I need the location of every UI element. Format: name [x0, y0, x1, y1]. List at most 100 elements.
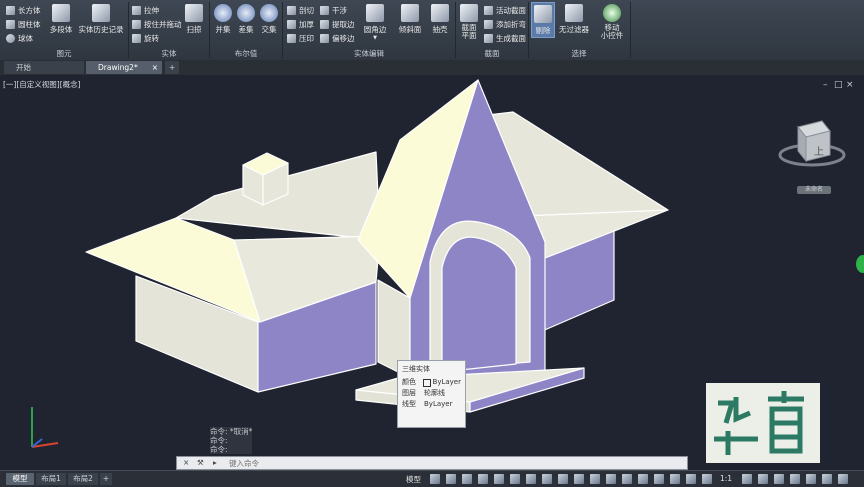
extract-edges-button[interactable]: 提取边 [320, 19, 355, 30]
interfere-button[interactable]: 干涉 [320, 5, 347, 16]
layout-tab-layout2[interactable]: 布局2 [68, 473, 98, 485]
polysolid-icon [52, 4, 70, 22]
imprint-button[interactable]: 压印 [287, 33, 314, 44]
revolve-button[interactable]: 旋转 [132, 33, 159, 44]
generate-section-icon [484, 34, 493, 43]
command-prompt-icon[interactable]: ▸ [213, 457, 217, 469]
layout-tab-model[interactable]: 模型 [6, 473, 34, 485]
polysolid-button[interactable]: 多段体 [47, 4, 75, 35]
group-label-primitives: 图元 [56, 49, 72, 58]
extrude-button[interactable]: 拉伸 [132, 5, 159, 16]
viewcube-top-label[interactable]: 上 [814, 143, 824, 158]
command-input[interactable] [229, 458, 669, 468]
snap-icon[interactable] [446, 474, 456, 484]
taper-button[interactable]: 倾斜面 [396, 4, 424, 35]
live-section-button[interactable]: 活动截面 [484, 5, 526, 16]
annotation-monitor-icon[interactable] [654, 474, 664, 484]
selection-filter-icon[interactable] [574, 474, 584, 484]
group-label-section: 截面 [484, 49, 500, 58]
offset-edge-button[interactable]: 偏移边 [320, 33, 355, 44]
chevron-down-icon[interactable]: ▼ [360, 35, 390, 41]
box-button[interactable]: 长方体 [6, 5, 41, 16]
gizmo-icon[interactable] [590, 474, 600, 484]
cylinder-button[interactable]: 圆柱体 [6, 19, 41, 30]
separator [630, 2, 631, 58]
section-plane-button[interactable]: 截面 平面 [458, 4, 480, 40]
model-space-toggle[interactable]: 模型 [406, 474, 421, 485]
polar-icon[interactable] [478, 474, 488, 484]
presspull-button[interactable]: 按住并拖动 [132, 19, 182, 30]
viewcube[interactable] [778, 115, 848, 195]
section-plane-icon [460, 4, 478, 22]
file-tab-bar: 开始 Drawing2* × + [0, 60, 864, 76]
auto-scale-icon[interactable] [702, 474, 712, 484]
dynamic-ucs-icon[interactable] [558, 474, 568, 484]
drawing-viewport[interactable]: [一][自定义视图][概念] – □ × 上 未命名 三维实体 颜色 ByLay… [0, 75, 864, 470]
intersect-icon [260, 4, 278, 22]
3d-object-snap-icon[interactable] [542, 474, 552, 484]
generate-section-button[interactable]: 生成截面 [484, 33, 526, 44]
slice-button[interactable]: 剖切 [287, 5, 314, 16]
annotation-scale[interactable]: 1:1 [720, 474, 732, 483]
logo [706, 383, 820, 463]
tab-start[interactable]: 开始 [4, 61, 84, 74]
grid-icon[interactable] [430, 474, 440, 484]
subtract-button[interactable]: 差集 [236, 4, 256, 35]
close-icon[interactable]: × [183, 457, 189, 469]
selection-cycling-icon[interactable] [638, 474, 648, 484]
layout-tab-layout1[interactable]: 布局1 [36, 473, 66, 485]
group-label-solid: 实体 [161, 49, 177, 58]
wcs-menu[interactable]: 未命名 [797, 186, 831, 194]
annotation-visibility-icon[interactable] [686, 474, 696, 484]
ribbon: 长方体 圆柱体 球体 多段体 实体历史记录 图元 拉伸 按住并拖动 旋转 扫掠 … [0, 0, 864, 61]
object-snap-tracking-icon[interactable] [510, 474, 520, 484]
shell-icon [431, 4, 449, 22]
live-section-icon [484, 6, 493, 15]
fillet-edge-button[interactable]: 圆角边 ▼ [360, 4, 390, 41]
offset-edge-icon [320, 34, 329, 43]
isodraft-icon[interactable] [494, 474, 504, 484]
sphere-button[interactable]: 球体 [6, 33, 33, 44]
union-button[interactable]: 并集 [213, 4, 233, 35]
cull-button[interactable]: 剔除 [531, 2, 555, 38]
add-jog-icon [484, 20, 493, 29]
sweep-button[interactable]: 扫掠 [182, 4, 206, 35]
fillet-edge-icon [366, 4, 384, 22]
thicken-button[interactable]: 加厚 [287, 19, 314, 30]
intersect-button[interactable]: 交集 [259, 4, 279, 35]
units-icon[interactable] [670, 474, 680, 484]
customization-icon[interactable] [838, 474, 848, 484]
navigation-bar-handle[interactable] [856, 255, 864, 273]
clean-screen-icon[interactable] [822, 474, 832, 484]
wrench-icon[interactable]: ⚒ [197, 457, 204, 469]
tab-drawing[interactable]: Drawing2* × [86, 61, 162, 74]
no-filter-button[interactable]: 无过滤器 [557, 4, 591, 35]
solid-history-button[interactable]: 实体历史记录 [77, 4, 125, 35]
plus-icon[interactable] [758, 474, 768, 484]
hardware-acceleration-icon[interactable] [806, 474, 816, 484]
group-label-selection: 选择 [571, 49, 587, 58]
extract-edges-icon [320, 20, 329, 29]
sphere-icon [6, 34, 15, 43]
ortho-icon[interactable] [462, 474, 472, 484]
presspull-icon [132, 20, 141, 29]
object-snap-icon[interactable] [526, 474, 536, 484]
move-gizmo-button[interactable]: 移动 小控件 [597, 4, 627, 40]
transparency-icon[interactable] [622, 474, 632, 484]
cylinder-icon [6, 20, 15, 29]
filter-icon [565, 4, 583, 22]
lineweight-icon[interactable] [606, 474, 616, 484]
gear-icon[interactable] [742, 474, 752, 484]
interfere-icon [320, 6, 329, 15]
shell-button[interactable]: 抽壳 [428, 4, 452, 35]
close-icon[interactable]: × [152, 61, 158, 74]
add-jog-button[interactable]: 添加折弯 [484, 19, 526, 30]
extrude-icon [132, 6, 141, 15]
isolate-objects-icon[interactable] [790, 474, 800, 484]
new-tab-button[interactable]: + [165, 61, 179, 74]
add-layout-button[interactable]: + [100, 473, 112, 485]
cull-icon [534, 5, 552, 23]
workspace-icon[interactable] [774, 474, 784, 484]
property-row: 图层 轮廓线 [402, 389, 445, 397]
taper-icon [401, 4, 419, 22]
